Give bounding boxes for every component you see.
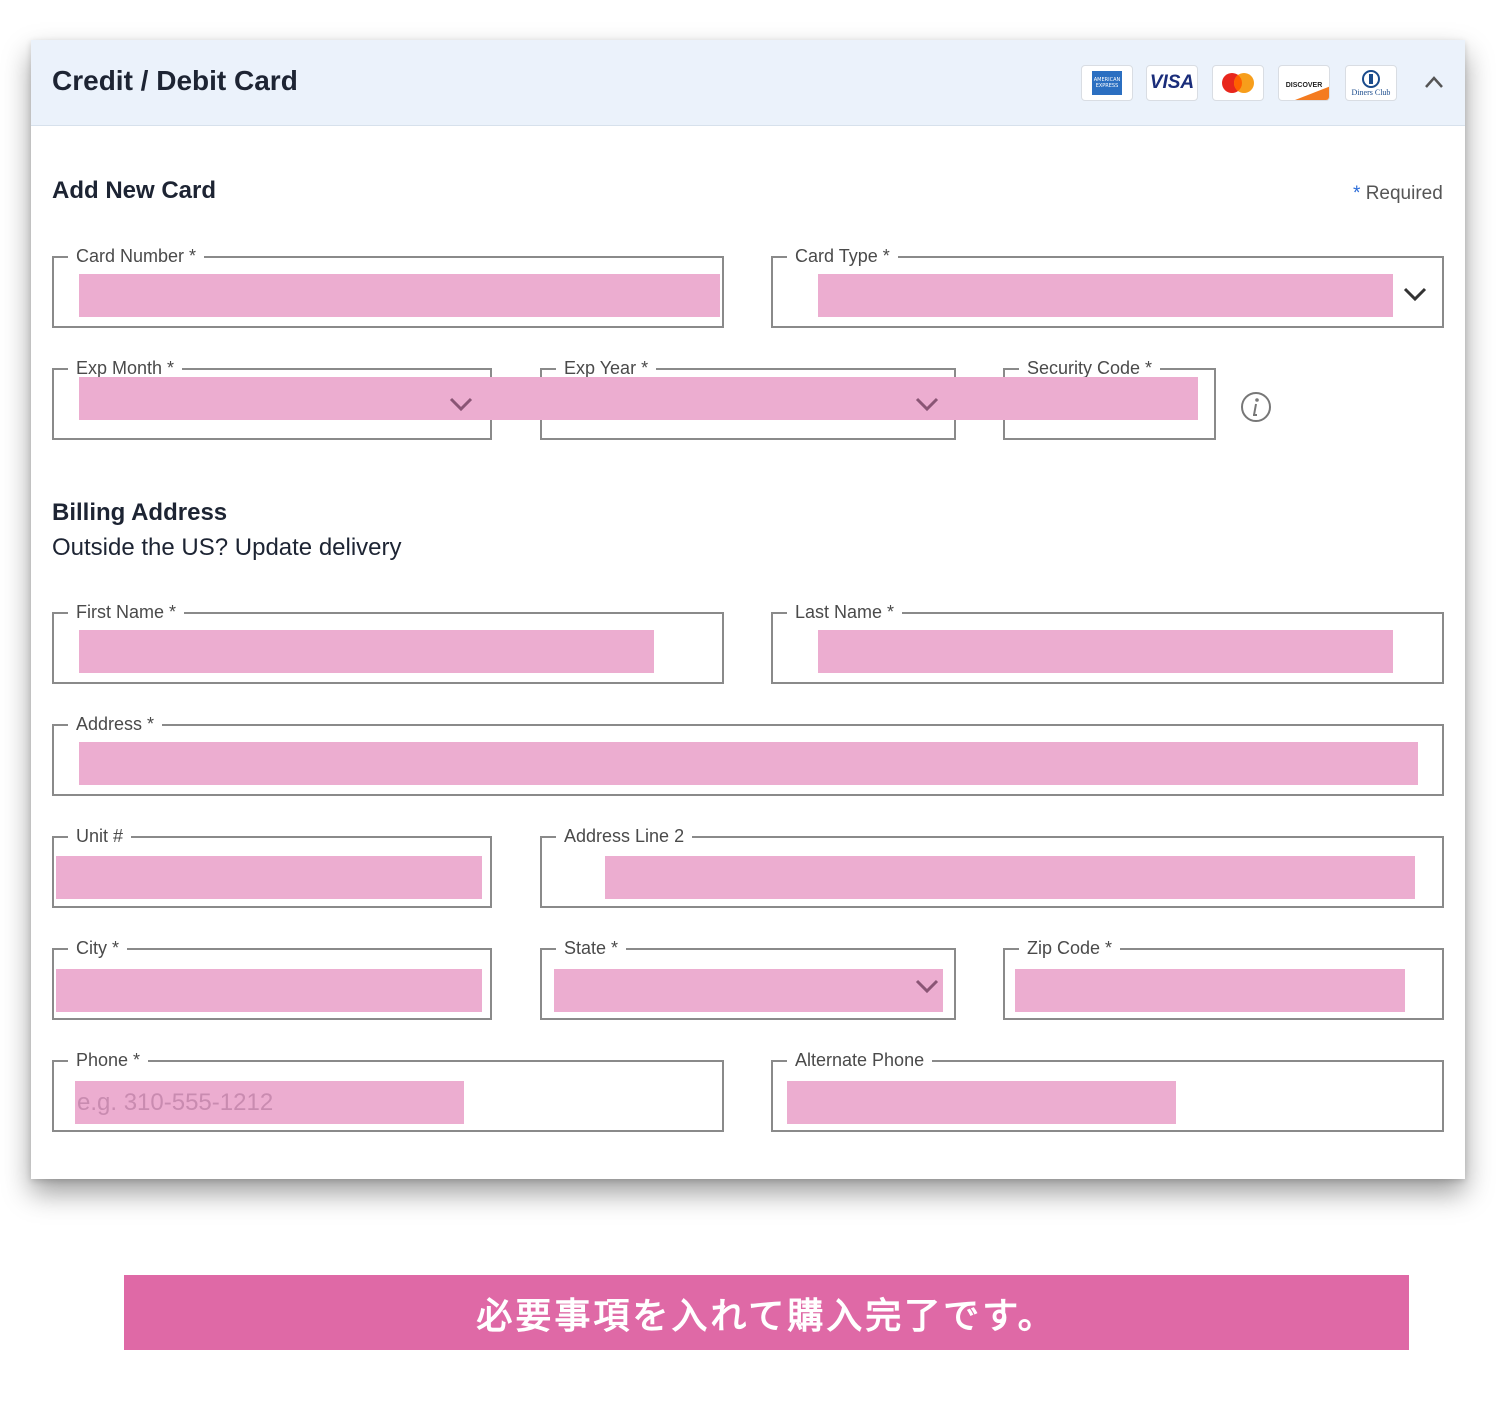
chevron-down-icon[interactable] [1402,286,1428,302]
billing-subtitle[interactable]: Outside the US? Update delivery [52,534,402,562]
panel-header[interactable]: Credit / Debit Card AMERICAN EXPRESS VIS… [31,40,1465,126]
alt-phone-label: Alternate Phone [787,1046,933,1074]
amex-logo-icon: AMERICAN EXPRESS [1081,65,1133,101]
card-type-label: Card Type * [787,242,898,270]
chevron-down-icon[interactable] [914,396,940,412]
address-line2-label: Address Line 2 [556,822,693,850]
alt-phone-input[interactable] [787,1081,1176,1124]
unit-label: Unit # [68,822,132,850]
zip-label: Zip Code * [1019,934,1121,962]
phone-input[interactable] [75,1081,464,1124]
payment-panel: Credit / Debit Card AMERICAN EXPRESS VIS… [31,40,1465,1179]
required-note: * Required [1353,183,1443,204]
phone-label: Phone * [68,1046,149,1074]
first-name-input[interactable] [79,630,654,673]
chevron-down-icon[interactable] [914,978,940,994]
state-value [554,969,943,1012]
last-name-input[interactable] [818,630,1393,673]
card-type-select[interactable]: Card Type * [771,242,1444,328]
unit-field: Unit # [52,822,492,908]
first-name-field: First Name * [52,598,724,684]
card-number-input[interactable] [79,274,720,317]
zip-input[interactable] [1015,969,1405,1012]
address-line2-field: Address Line 2 [540,822,1444,908]
phone-field: Phone * [52,1046,724,1132]
chevron-up-icon[interactable] [1423,74,1445,90]
visa-logo-icon: VISA [1146,65,1198,101]
address-line2-input[interactable] [605,856,1415,899]
card-number-field: Card Number * [52,242,724,328]
exp-row-redaction[interactable] [79,377,1198,420]
last-name-field: Last Name * [771,598,1444,684]
add-card-title: Add New Card [52,177,217,204]
address-label: Address * [68,710,163,738]
first-name-label: First Name * [68,598,185,626]
unit-input[interactable] [56,856,482,899]
mastercard-logo-icon [1212,65,1264,101]
card-type-value [818,274,1393,317]
state-select[interactable]: State * [540,934,956,1020]
discover-logo-icon: DISCOVER [1278,65,1330,101]
panel-title: Credit / Debit Card [52,65,298,96]
info-icon[interactable] [1240,391,1272,423]
chevron-down-icon[interactable] [448,396,474,412]
address-field: Address * [52,710,1444,796]
caption-banner: 必要事項を入れて購入完了です。 [124,1275,1409,1350]
city-field: City * [52,934,492,1020]
diners-club-logo-icon: Diners Club [1345,65,1397,101]
zip-field: Zip Code * [1003,934,1444,1020]
alt-phone-field: Alternate Phone [771,1046,1444,1132]
city-input[interactable] [56,969,482,1012]
address-input[interactable] [79,742,1418,785]
caption-text: 必要事項を入れて購入完了です。 [476,1295,1057,1337]
state-label: State * [556,934,627,962]
billing-title: Billing Address [52,499,228,526]
last-name-label: Last Name * [787,598,903,626]
city-label: City * [68,934,128,962]
card-number-label: Card Number * [68,242,205,270]
